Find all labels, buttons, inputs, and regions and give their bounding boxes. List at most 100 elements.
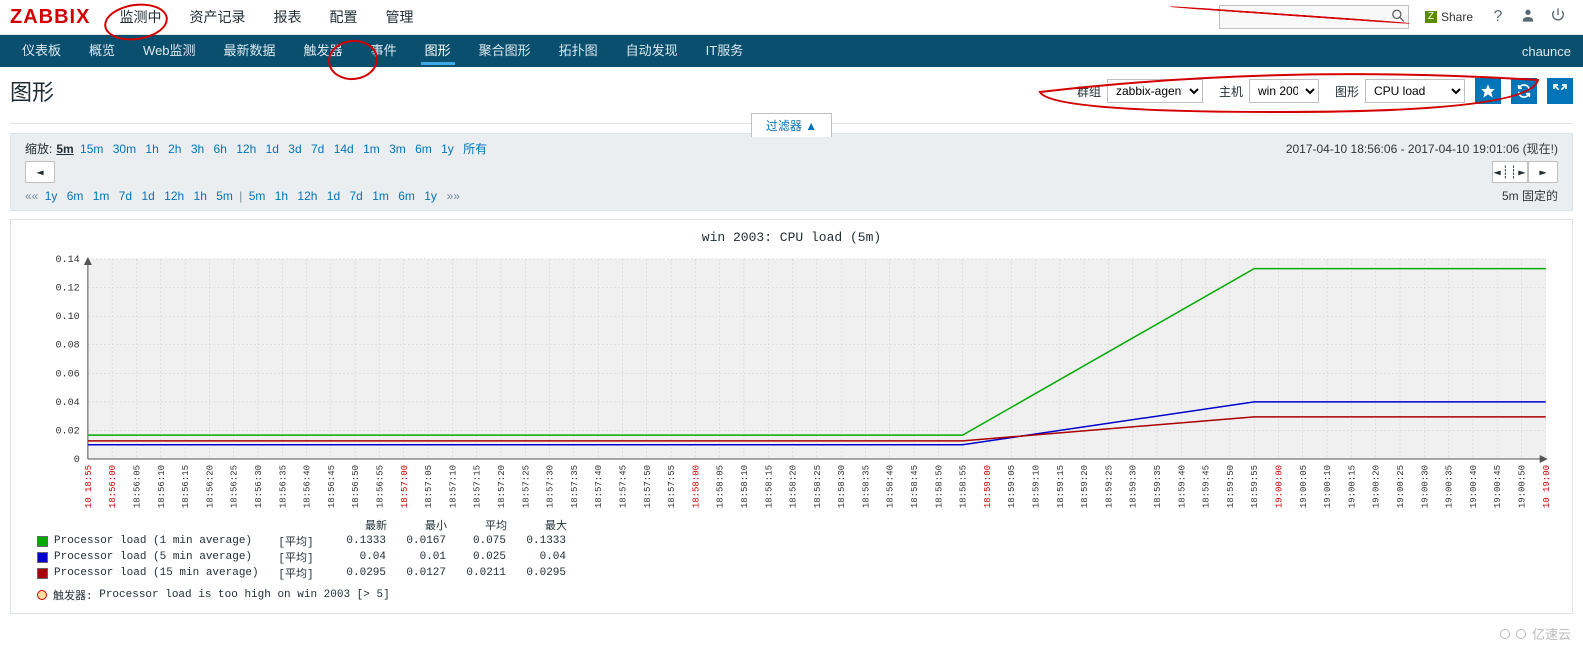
zoom-link[interactable]: 1d	[266, 142, 279, 156]
sub-nav-item[interactable]: IT服务	[692, 35, 758, 67]
svg-text:18:56:55: 18:56:55	[374, 465, 385, 508]
sub-nav-item[interactable]: 最新数据	[210, 35, 290, 67]
sub-nav-item[interactable]: 拓扑图	[545, 35, 612, 67]
time-nav-link[interactable]: 5m	[249, 189, 266, 203]
zoom-link[interactable]: 3m	[389, 142, 406, 156]
sub-nav-item[interactable]: 图形	[411, 35, 465, 67]
svg-text:18:57:40: 18:57:40	[593, 465, 604, 508]
time-nav-link[interactable]: 1d	[141, 189, 154, 203]
time-nav-link[interactable]: 6m	[67, 189, 84, 203]
search-input[interactable]	[1219, 5, 1409, 29]
time-nav-link[interactable]: 12h	[297, 189, 317, 203]
zoom-link[interactable]: 1h	[145, 142, 158, 156]
svg-text:19:00:50: 19:00:50	[1516, 465, 1527, 508]
svg-text:19:00:10: 19:00:10	[1322, 465, 1333, 508]
legend-row: Processor load (15 min average)[平均]0.029…	[17, 565, 1566, 581]
svg-text:18:57:00: 18:57:00	[399, 465, 410, 508]
time-nav-link[interactable]: 1m	[93, 189, 110, 203]
time-nav-link[interactable]: 7d	[119, 189, 132, 203]
time-nav-link[interactable]: 5m	[216, 189, 233, 203]
help-icon[interactable]: ?	[1483, 8, 1513, 26]
time-nav-link[interactable]: 6m	[398, 189, 415, 203]
time-nav-link[interactable]: 1h	[275, 189, 288, 203]
group-select[interactable]: zabbix-agent	[1107, 79, 1203, 103]
filter-toggle[interactable]: 过滤器 ▲	[751, 113, 832, 137]
zoom-link[interactable]: 2h	[168, 142, 181, 156]
share-button[interactable]: ZShare	[1419, 5, 1479, 29]
svg-text:18:56:40: 18:56:40	[302, 465, 313, 508]
user-icon[interactable]	[1513, 7, 1543, 28]
sub-nav-item[interactable]: 仪表板	[8, 35, 75, 67]
time-nav-link[interactable]: 1d	[327, 189, 340, 203]
sub-nav-item[interactable]: 自动发现	[612, 35, 692, 67]
zoom-link[interactable]: 7d	[311, 142, 324, 156]
legend-max: 0.0295	[506, 567, 566, 579]
svg-text:18:59:40: 18:59:40	[1176, 465, 1187, 508]
logo[interactable]: ZABBIX	[10, 6, 90, 29]
time-nav-link[interactable]: 1y	[424, 189, 437, 203]
svg-text:18:58:00: 18:58:00	[690, 465, 701, 508]
sub-nav-item[interactable]: 概览	[75, 35, 129, 67]
zoom-link[interactable]: 12h	[236, 142, 256, 156]
time-nav-link[interactable]: 7d	[350, 189, 363, 203]
zoom-link[interactable]: 所有	[463, 142, 487, 156]
svg-text:0.12: 0.12	[55, 284, 79, 295]
svg-text:18:59:25: 18:59:25	[1103, 465, 1114, 508]
sub-nav-item[interactable]: 聚合图形	[465, 35, 545, 67]
sub-nav-item[interactable]: Web监测	[129, 35, 210, 67]
svg-text:18:59:35: 18:59:35	[1152, 465, 1163, 508]
sub-nav-item[interactable]: 事件	[357, 35, 411, 67]
search-icon[interactable]	[1391, 9, 1405, 26]
time-nav-link[interactable]: 12h	[164, 189, 184, 203]
svg-text:18:56:15: 18:56:15	[180, 465, 191, 508]
favorite-add-button[interactable]	[1475, 78, 1501, 104]
top-nav-item[interactable]: 管理	[371, 0, 427, 35]
legend-agg: [平均]	[266, 549, 326, 565]
legend-max: 0.04	[506, 551, 566, 563]
sub-nav-item[interactable]: 触发器	[290, 35, 357, 67]
top-nav-item[interactable]: 配置	[315, 0, 371, 35]
scrollbar-handle[interactable]: ◄┊┊►	[1492, 161, 1528, 183]
title-row: 图形 群组 zabbix-agent 主机 win 2003 图形 CPU lo…	[0, 67, 1583, 113]
svg-text:18:57:45: 18:57:45	[617, 465, 628, 508]
svg-text:0.06: 0.06	[55, 369, 79, 380]
search-wrap	[1219, 5, 1409, 29]
zoom-link[interactable]: 15m	[80, 142, 103, 156]
time-range-text: 2017-04-10 18:56:06 - 2017-04-10 19:01:0…	[1286, 140, 1558, 157]
time-nav-link[interactable]: 1m	[372, 189, 389, 203]
svg-text:0.08: 0.08	[55, 341, 79, 352]
zoom-link[interactable]: 3h	[191, 142, 204, 156]
scroll-right-button[interactable]: ►	[1528, 161, 1558, 183]
chart-legend: 最新 最小 平均 最大 Processor load (1 min averag…	[17, 517, 1566, 603]
refresh-button[interactable]	[1511, 78, 1537, 104]
top-header: ZABBIX 监测中资产记录报表配置管理 ZShare ?	[0, 0, 1583, 35]
zoom-link[interactable]: 14d	[334, 142, 354, 156]
zoom-link[interactable]: 3d	[288, 142, 301, 156]
zoom-link[interactable]: 6m	[415, 142, 432, 156]
svg-text:18:57:15: 18:57:15	[472, 465, 483, 508]
svg-text:18:56:00: 18:56:00	[107, 465, 118, 508]
svg-text:18:56:25: 18:56:25	[229, 465, 240, 508]
time-nav-link[interactable]: 1h	[194, 189, 207, 203]
svg-text:0.02: 0.02	[55, 426, 79, 437]
scroll-left-button[interactable]: ◄	[25, 161, 55, 183]
power-icon[interactable]	[1543, 7, 1573, 28]
legend-avg: 0.025	[446, 551, 506, 563]
svg-text:18:57:25: 18:57:25	[520, 465, 531, 508]
zoom-link[interactable]: 1m	[363, 142, 380, 156]
legend-avg: 0.075	[446, 535, 506, 547]
top-nav-item[interactable]: 资产记录	[175, 0, 259, 35]
zoom-link[interactable]: 6h	[214, 142, 227, 156]
zoom-link[interactable]: 1y	[441, 142, 454, 156]
zoom-link[interactable]: 30m	[113, 142, 136, 156]
top-nav-item[interactable]: 监测中	[105, 0, 175, 35]
zoom-link[interactable]: 5m	[56, 142, 73, 156]
graph-select[interactable]: CPU load	[1365, 79, 1465, 103]
svg-text:19:00:15: 19:00:15	[1346, 465, 1357, 508]
zoom-links: 5m 15m 30m 1h 2h 3h 6h 12h 1d 3d 7d 14d …	[56, 140, 490, 157]
time-nav-link[interactable]: 1y	[45, 189, 58, 203]
top-nav-item[interactable]: 报表	[259, 0, 315, 35]
fullscreen-button[interactable]	[1547, 78, 1573, 104]
legend-row: Processor load (1 min average)[平均]0.1333…	[17, 533, 1566, 549]
host-select[interactable]: win 2003	[1249, 79, 1319, 103]
